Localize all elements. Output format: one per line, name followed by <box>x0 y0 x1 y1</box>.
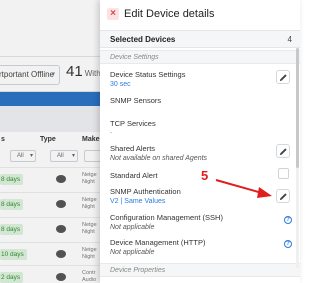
field-label: Standard Alert <box>110 171 158 180</box>
pencil-icon <box>279 148 287 156</box>
help-icon[interactable]: ? <box>284 216 292 224</box>
edit-shared-alerts-button[interactable] <box>276 144 290 158</box>
modal-backdrop[interactable] <box>0 0 100 283</box>
background-page: rtportant Offline ▾ 41 With s Type Make A… <box>0 0 100 283</box>
field-device-management: Device Management (HTTP) Not applicable <box>110 238 205 256</box>
drawer-header: × Edit Device details <box>100 0 300 30</box>
selected-devices-count: 4 <box>287 35 292 44</box>
pencil-icon <box>279 74 287 82</box>
edit-snmp-authentication-button[interactable] <box>276 189 290 203</box>
field-snmp-authentication: SNMP Authentication V2 | Same Values <box>110 187 181 205</box>
section-device-properties: Device Properties <box>100 263 300 277</box>
edit-device-drawer: × Edit Device details Selected Devices 4… <box>100 0 300 283</box>
field-device-status-settings: Device Status Settings 30 sec <box>110 70 185 88</box>
field-snmp-sensors: SNMP Sensors <box>110 96 161 105</box>
field-shared-alerts: Shared Alerts Not available on shared Ag… <box>110 144 207 162</box>
field-label: SNMP Sensors <box>110 96 162 105</box>
section-device-settings: Device Settings <box>100 50 300 64</box>
close-button[interactable]: × <box>107 8 119 20</box>
field-label: Device Status Settings <box>110 70 186 79</box>
field-label: Device Management (HTTP) <box>110 238 206 247</box>
close-icon: × <box>110 8 116 19</box>
field-value: V2 | Same Values <box>110 198 166 205</box>
section-title: Device Properties <box>110 267 166 274</box>
annotation-step-number: 5 <box>201 168 209 183</box>
section-title: Device Settings <box>110 54 159 61</box>
field-value: Not applicable <box>110 249 155 256</box>
field-label: TCP Services <box>110 119 156 128</box>
scrollbar-thumb[interactable] <box>296 48 299 168</box>
selected-devices-row: Selected Devices 4 <box>100 30 300 48</box>
drawer-title: Edit Device details <box>124 8 215 20</box>
drawer-scrollbar[interactable] <box>296 48 299 268</box>
selected-devices-label: Selected Devices <box>110 35 176 44</box>
help-icon[interactable]: ? <box>284 240 292 248</box>
field-value: Not available on shared Agents <box>110 155 208 162</box>
field-value: Not applicable <box>110 224 155 231</box>
field-label: Configuration Management (SSH) <box>110 213 223 222</box>
field-tcp-services: TCP Services - <box>110 119 156 137</box>
field-value: 30 sec <box>110 81 131 88</box>
field-configuration-management: Configuration Management (SSH) Not appli… <box>110 213 223 231</box>
pencil-icon <box>279 193 287 201</box>
field-standard-alert: Standard Alert <box>110 171 158 180</box>
field-label: SNMP Authentication <box>110 187 181 196</box>
field-value: - <box>110 130 113 137</box>
edit-status-settings-button[interactable] <box>276 70 290 84</box>
field-label: Shared Alerts <box>110 144 156 153</box>
standard-alert-checkbox[interactable] <box>278 168 289 179</box>
